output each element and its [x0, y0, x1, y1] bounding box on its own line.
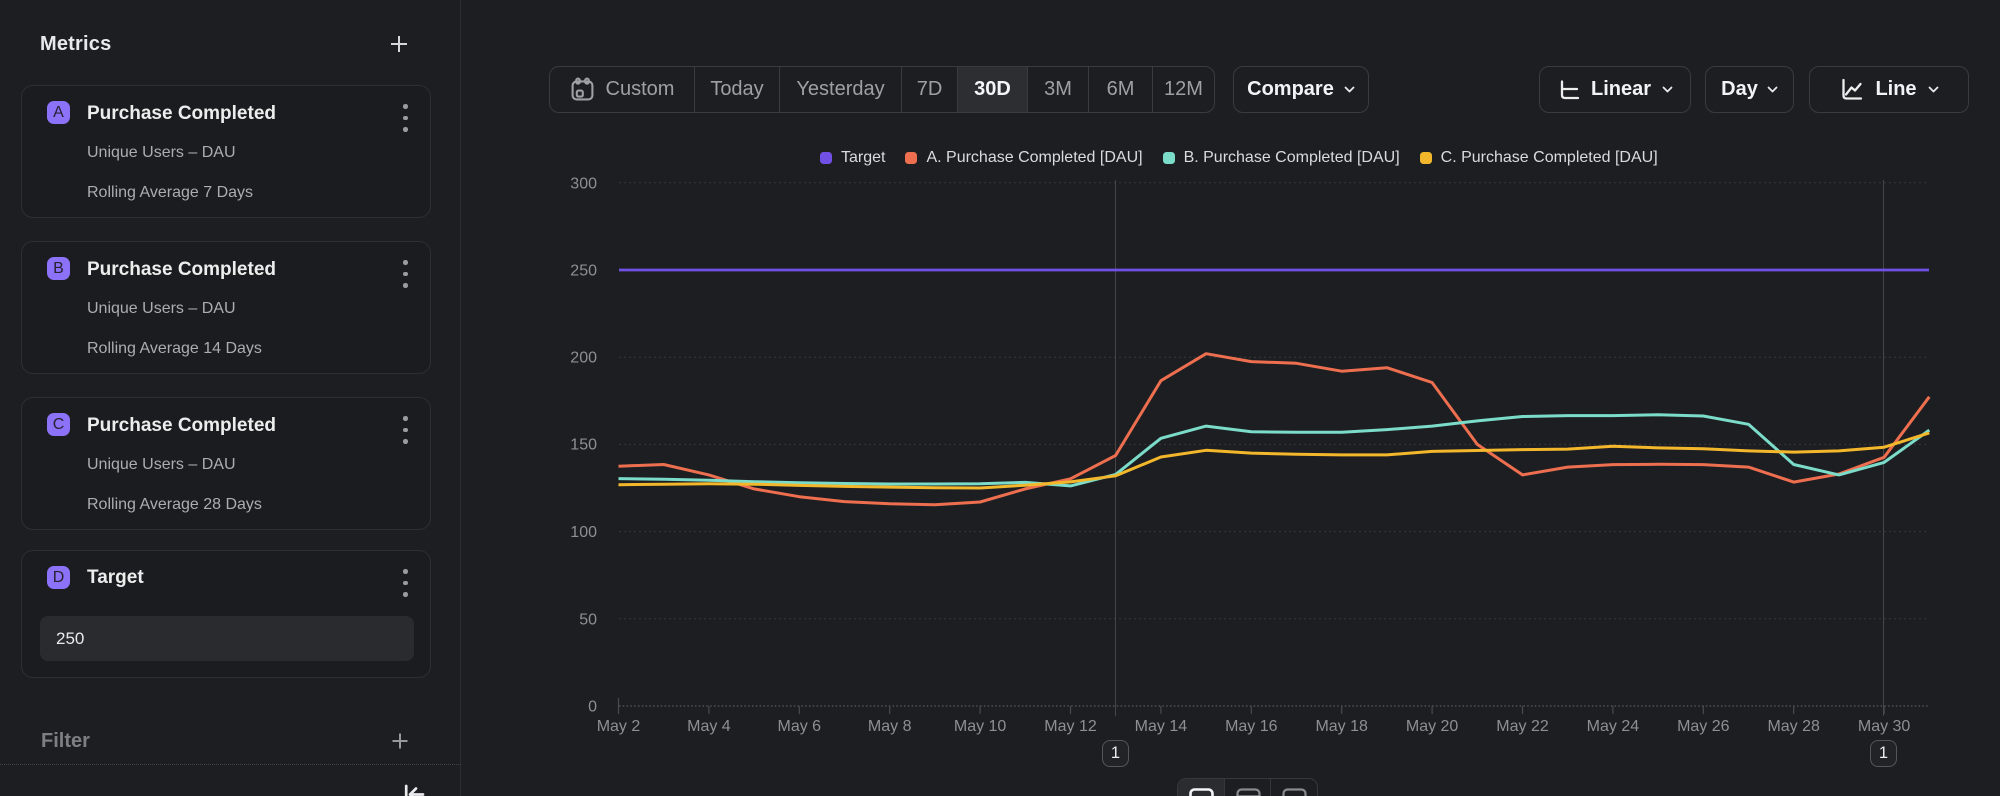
- svg-text:50: 50: [579, 612, 597, 629]
- svg-text:May 22: May 22: [1496, 718, 1549, 735]
- svg-text:0: 0: [588, 699, 597, 716]
- svg-text:May 12: May 12: [1044, 718, 1097, 735]
- svg-text:May 24: May 24: [1587, 718, 1640, 735]
- svg-text:May 2: May 2: [597, 718, 641, 735]
- svg-text:100: 100: [570, 524, 597, 541]
- svg-text:May 30: May 30: [1858, 718, 1911, 735]
- svg-text:May 4: May 4: [687, 718, 731, 735]
- svg-text:May 20: May 20: [1406, 718, 1459, 735]
- svg-text:May 28: May 28: [1767, 718, 1820, 735]
- svg-text:May 10: May 10: [954, 718, 1007, 735]
- svg-text:250: 250: [570, 263, 597, 280]
- svg-text:May 18: May 18: [1315, 718, 1368, 735]
- svg-text:300: 300: [570, 176, 597, 193]
- svg-text:May 26: May 26: [1677, 718, 1730, 735]
- svg-text:150: 150: [570, 437, 597, 454]
- svg-text:May 8: May 8: [868, 718, 912, 735]
- svg-text:May 16: May 16: [1225, 718, 1278, 735]
- svg-text:May 6: May 6: [778, 718, 822, 735]
- svg-text:May 14: May 14: [1135, 718, 1188, 735]
- svg-text:200: 200: [570, 350, 597, 367]
